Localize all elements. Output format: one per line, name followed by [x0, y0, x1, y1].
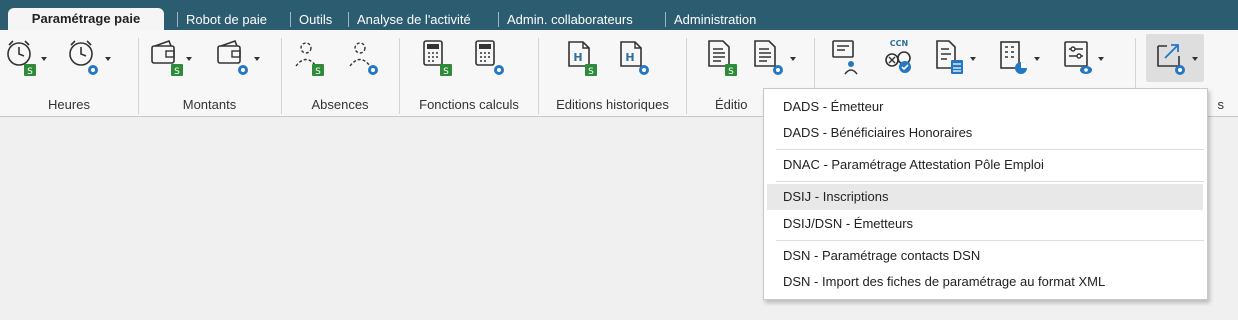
menu-separator	[776, 240, 1204, 241]
svg-text:S: S	[588, 67, 594, 77]
view-settings-icon	[1064, 41, 1092, 74]
document-settings-icon	[754, 40, 783, 75]
menu-item-dsij-dsn-emetteurs[interactable]: DSIJ/DSN - Émetteurs	[767, 211, 1203, 237]
list-calc-icon	[936, 40, 963, 74]
chevron-down-icon	[1098, 57, 1104, 61]
building-icon	[1000, 41, 1027, 74]
chevron-down-icon	[790, 57, 796, 61]
chevron-down-icon	[970, 57, 976, 61]
chevron-down-icon	[1191, 57, 1198, 61]
chevron-down-icon	[41, 57, 47, 61]
ribbon-group-absences: S Absences	[282, 30, 398, 116]
tab-analyse-activite[interactable]: Analyse de l'activité	[357, 9, 471, 30]
editions-historiques-button[interactable]: H S	[565, 34, 599, 82]
document-s-icon: S	[708, 40, 737, 77]
chevron-down-icon	[254, 57, 260, 61]
top-tab-bar: Paramétrage paie Robot de paie Outils An…	[0, 0, 1238, 30]
wallet-settings-icon	[217, 39, 248, 75]
view-settings-button[interactable]	[1061, 34, 1104, 82]
svg-text:S: S	[27, 67, 33, 77]
svg-text:S: S	[728, 67, 734, 77]
clock-s-icon: S	[7, 40, 36, 77]
tab-robot-de-paie[interactable]: Robot de paie	[186, 9, 267, 30]
menu-item-dnac-attestation[interactable]: DNAC - Paramétrage Attestation Pôle Empl…	[767, 152, 1203, 178]
svg-text:H: H	[625, 51, 634, 64]
chevron-down-icon	[105, 57, 111, 61]
user-form-button[interactable]	[829, 34, 863, 82]
menu-item-dsn-contacts[interactable]: DSN - Paramétrage contacts DSN	[767, 243, 1203, 269]
absences-button[interactable]: S	[292, 34, 326, 82]
tab-administration[interactable]: Administration	[674, 9, 756, 30]
ribbon-group-editions-historiques: H S H Editions historiques	[539, 30, 686, 116]
heures-settings-button[interactable]	[66, 34, 111, 82]
ccn-button[interactable]: CCN	[881, 34, 915, 82]
dropdown-menu: DADS - Émetteur DADS - Bénéficiaires Hon…	[763, 88, 1208, 300]
menu-item-dads-beneficiaires[interactable]: DADS - Bénéficiaires Honoraires	[767, 120, 1203, 146]
tab-separator	[665, 12, 666, 27]
svg-text:S: S	[315, 67, 321, 77]
clock-settings-icon	[69, 40, 98, 75]
svg-text:CCN: CCN	[890, 39, 908, 48]
menu-item-dsij-inscriptions[interactable]: DSIJ - Inscriptions	[767, 184, 1203, 210]
history-doc-s-icon: H S	[568, 41, 597, 77]
tab-admin-collaborateurs[interactable]: Admin. collaborateurs	[507, 9, 633, 30]
tab-separator	[290, 12, 291, 27]
svg-text:S: S	[443, 67, 449, 77]
ribbon-group-heures: S Heures	[0, 30, 138, 116]
tab-separator	[177, 12, 178, 27]
history-doc-settings-icon: H	[620, 41, 649, 75]
tab-parametrage-paie[interactable]: Paramétrage paie	[8, 8, 164, 30]
wallet-s-icon: S	[151, 39, 183, 77]
menu-item-dads-emetteur[interactable]: DADS - Émetteur	[767, 94, 1203, 120]
montants-settings-button[interactable]	[215, 34, 260, 82]
montants-button[interactable]: S	[149, 34, 192, 82]
menu-item-dsn-import-xml[interactable]: DSN - Import des fiches de paramétrage a…	[767, 269, 1203, 295]
editions-settings-button[interactable]	[751, 34, 796, 82]
tab-separator	[348, 12, 349, 27]
group-label-absences: Absences	[311, 97, 369, 112]
tab-outils[interactable]: Outils	[299, 9, 332, 30]
ribbon-group-fonctions-calculs: S Fonctions calculs	[400, 30, 538, 116]
building-button[interactable]	[997, 34, 1040, 82]
calculator-s-icon: S	[423, 40, 452, 77]
group-label-montants: Montants	[182, 97, 237, 112]
menu-separator	[776, 149, 1204, 150]
user-form-icon	[832, 40, 858, 75]
svg-text:H: H	[573, 51, 582, 64]
ccn-icon: CCN	[885, 39, 911, 73]
editions-historiques-settings-button[interactable]: H	[617, 34, 653, 82]
chevron-down-icon	[1034, 57, 1040, 61]
export-settings-button[interactable]	[1146, 34, 1204, 82]
chevron-down-icon	[186, 57, 192, 61]
calculator-settings-icon	[475, 40, 504, 75]
editions-button[interactable]: S	[705, 34, 739, 82]
svg-text:S: S	[174, 67, 180, 77]
fonctions-calculs-button[interactable]: S	[420, 34, 454, 82]
group-label-heures: Heures	[48, 97, 90, 112]
export-settings-icon	[1156, 44, 1185, 75]
ribbon-group-montants: S Montants	[139, 30, 280, 116]
heures-button[interactable]: S	[4, 34, 47, 82]
group-label-fonctions-calculs: Fonctions calculs	[419, 97, 519, 112]
absences-settings-button[interactable]	[346, 34, 382, 82]
person-settings-icon	[349, 42, 378, 75]
fonctions-calculs-settings-button[interactable]	[472, 34, 508, 82]
group-label-editions-historiques: Editions historiques	[556, 97, 669, 112]
menu-separator	[776, 181, 1204, 182]
tab-separator	[498, 12, 499, 27]
list-calc-button[interactable]	[933, 34, 976, 82]
person-s-icon: S	[295, 42, 324, 77]
